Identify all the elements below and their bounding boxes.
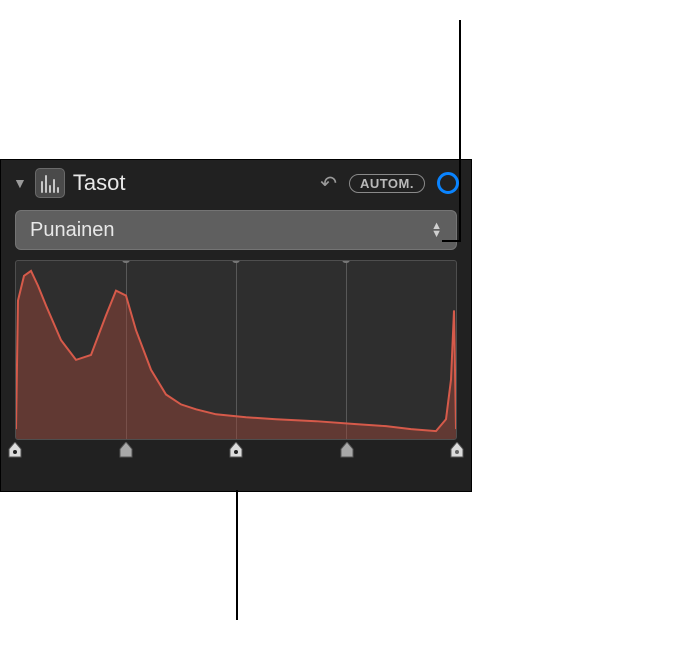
- channel-selected-label: Punainen: [30, 219, 431, 242]
- callout-line: [236, 490, 238, 620]
- black-point-slider[interactable]: [8, 442, 22, 458]
- enable-toggle[interactable]: [437, 172, 459, 194]
- histogram-box: [15, 260, 457, 440]
- midtone-slider[interactable]: [229, 442, 243, 458]
- shadow-slider[interactable]: [119, 442, 133, 458]
- panel-header: ▼ Tasot ↶ AUTOM.: [1, 160, 471, 206]
- levels-icon: [35, 168, 65, 198]
- highlight-slider[interactable]: [340, 442, 354, 458]
- histogram-curve: [16, 261, 456, 439]
- chevron-up-down-icon: ▲▼: [431, 223, 442, 238]
- levels-panel: ▼ Tasot ↶ AUTOM. Punainen ▲▼: [0, 159, 472, 492]
- undo-icon[interactable]: ↶: [316, 171, 341, 196]
- panel-title: Tasot: [73, 170, 308, 196]
- histogram: [15, 260, 457, 460]
- slider-track: [15, 442, 457, 460]
- white-point-slider[interactable]: [450, 442, 464, 458]
- callout-line: [459, 20, 461, 242]
- auto-button[interactable]: AUTOM.: [349, 174, 425, 193]
- disclosure-triangle-icon[interactable]: ▼: [13, 175, 27, 191]
- channel-dropdown[interactable]: Punainen ▲▼: [15, 210, 457, 250]
